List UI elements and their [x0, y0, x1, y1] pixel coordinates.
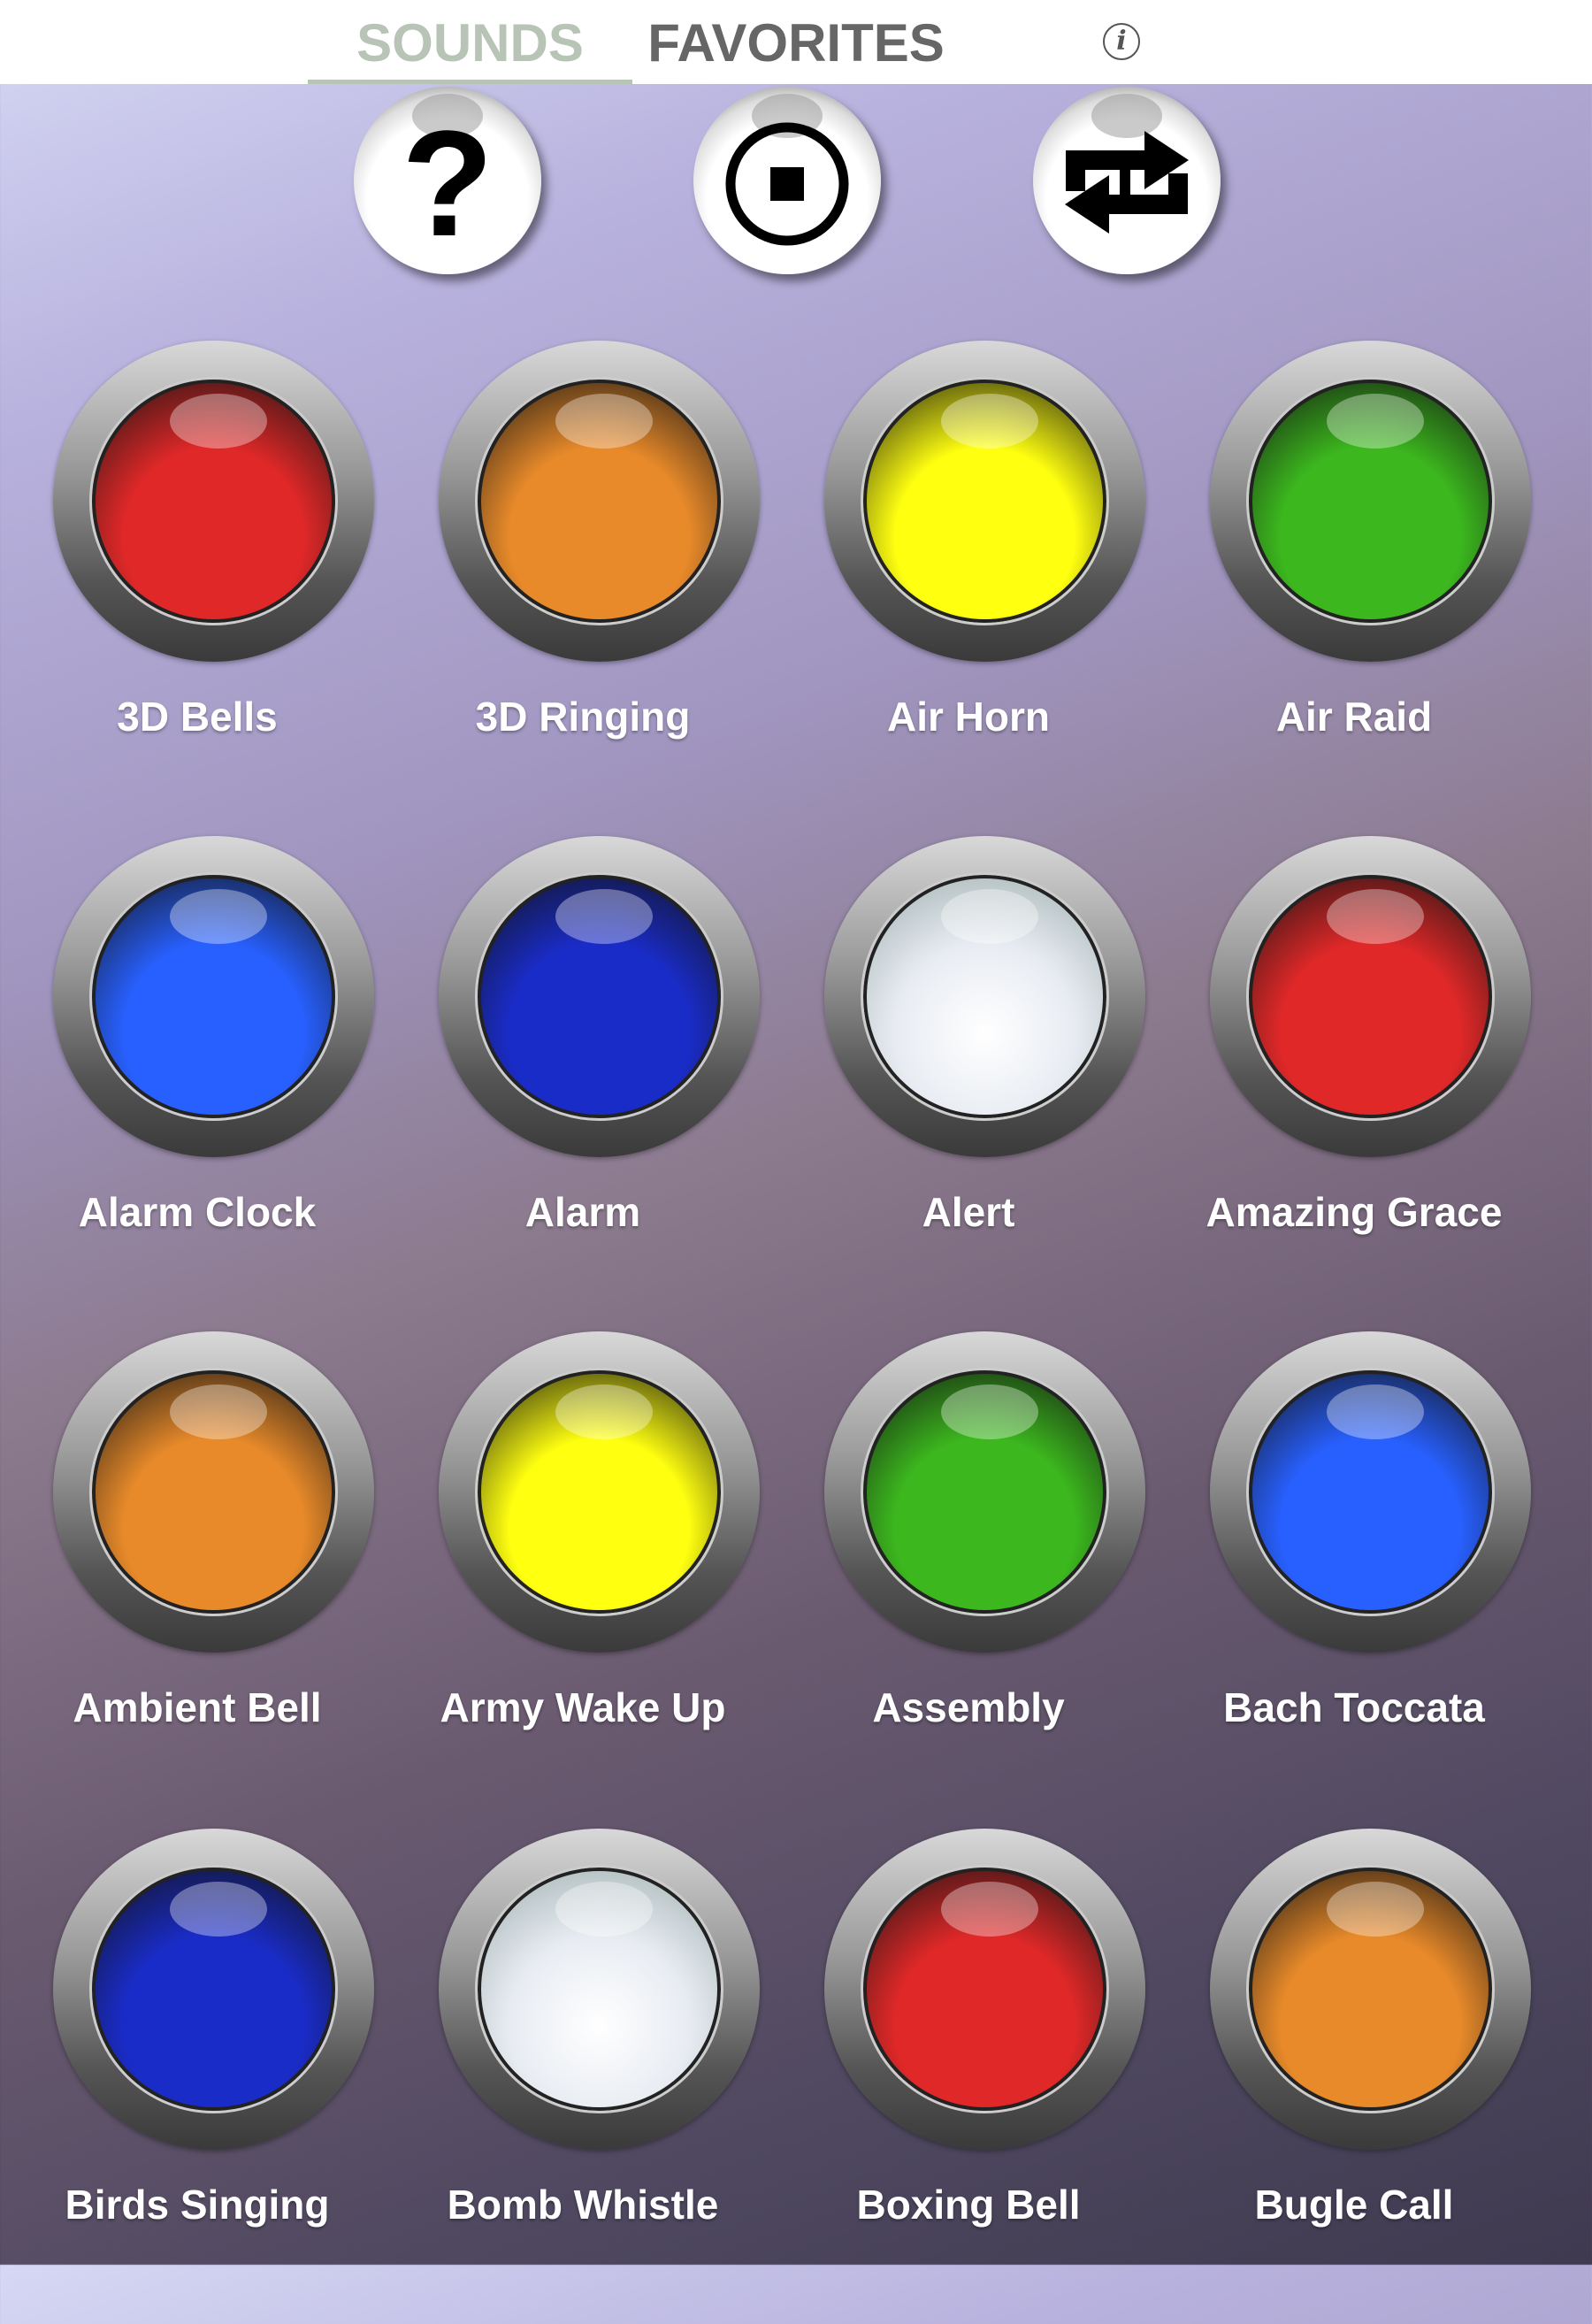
sound-button[interactable]: Air Horn [776, 341, 1161, 836]
sound-label: Army Wake Up [440, 1684, 726, 1730]
sound-orb-icon [1246, 872, 1495, 1121]
sound-button[interactable]: Air Raid [1161, 341, 1547, 836]
sound-button[interactable]: Birds Singing [4, 1829, 390, 2324]
sound-button[interactable]: Assembly [776, 1331, 1161, 1827]
sound-orb-icon [475, 872, 723, 1121]
sound-orb-icon [475, 377, 723, 625]
sound-button[interactable]: Boxing Bell [776, 1829, 1161, 2324]
sound-label: Birds Singing [65, 2182, 330, 2228]
sound-orb-icon [1246, 1368, 1495, 1616]
sound-label: Boxing Bell [856, 2182, 1081, 2228]
active-tab-indicator [308, 80, 632, 84]
sound-label: 3D Bells [117, 694, 278, 740]
sound-orb-icon [861, 1368, 1109, 1616]
gloss [941, 1882, 1038, 1937]
sound-orb-icon [89, 377, 338, 625]
repeat-icon [1065, 131, 1189, 234]
sound-orb-icon [1246, 377, 1495, 625]
sound-label: Alarm [524, 1189, 641, 1235]
sound-button-ring[interactable] [53, 1331, 374, 1653]
sound-button-ring[interactable] [824, 341, 1145, 662]
sound-label: Amazing Grace [1205, 1189, 1503, 1235]
gloss [555, 1384, 653, 1439]
sound-button-ring[interactable] [53, 1829, 374, 2150]
sound-label: 3D Ringing [475, 694, 691, 740]
sound-button[interactable]: Bugle Call [1161, 1829, 1547, 2324]
sound-orb-icon [861, 872, 1109, 1121]
sound-button-ring[interactable] [439, 341, 760, 662]
sound-button[interactable]: Bomb Whistle [390, 1829, 776, 2324]
sound-button-ring[interactable] [824, 1331, 1145, 1653]
sound-button-ring[interactable] [1210, 341, 1531, 662]
stop-icon [725, 122, 849, 246]
sound-label: Air Horn [887, 694, 1050, 740]
help-button[interactable]: ? [354, 87, 541, 274]
stop-button[interactable] [693, 87, 881, 274]
sound-label: Alarm Clock [78, 1189, 317, 1235]
sound-orb-icon [475, 1865, 723, 2113]
sound-button[interactable]: Alert [776, 836, 1161, 1331]
sound-button[interactable]: Army Wake Up [390, 1331, 776, 1827]
sound-orb-icon [861, 377, 1109, 625]
sound-orb-icon [89, 1368, 338, 1616]
sound-label: Alert [922, 1189, 1015, 1235]
sound-button-ring[interactable] [824, 1829, 1145, 2150]
tab-sounds[interactable]: SOUNDS [308, 12, 632, 73]
gloss [170, 1384, 267, 1439]
gloss [555, 1882, 653, 1937]
sound-button[interactable]: Alarm Clock [4, 836, 390, 1331]
sound-button-ring[interactable] [439, 1829, 760, 2150]
sound-orb-icon [861, 1865, 1109, 2113]
sound-button[interactable]: Amazing Grace [1161, 836, 1547, 1331]
sound-button-ring[interactable] [439, 1331, 760, 1653]
gloss [941, 394, 1038, 449]
sound-button-ring[interactable] [53, 341, 374, 662]
question-icon: ? [402, 100, 494, 268]
sound-label: Bomb Whistle [447, 2182, 719, 2228]
sound-button-ring[interactable] [1210, 1331, 1531, 1653]
sound-button-ring[interactable] [53, 836, 374, 1157]
sound-button-ring[interactable] [1210, 836, 1531, 1157]
sound-label: Assembly [872, 1684, 1065, 1730]
gloss [170, 1882, 267, 1937]
sound-button[interactable]: Alarm [390, 836, 776, 1331]
gloss [1327, 1384, 1424, 1439]
gloss [170, 394, 267, 449]
gloss [1327, 394, 1424, 449]
sound-label: Bach Toccata [1223, 1684, 1485, 1730]
gloss [555, 394, 653, 449]
sound-label: Ambient Bell [73, 1684, 322, 1730]
sound-orb-icon [1246, 1865, 1495, 2113]
sound-button-ring[interactable] [439, 836, 760, 1157]
sound-orb-icon [89, 1865, 338, 2113]
sound-button-ring[interactable] [1210, 1829, 1531, 2150]
gloss [1327, 1882, 1424, 1937]
gloss [170, 889, 267, 944]
sound-orb-icon [89, 872, 338, 1121]
gloss [1327, 889, 1424, 944]
gloss [941, 1384, 1038, 1439]
gloss [555, 889, 653, 944]
sound-button-ring[interactable] [824, 836, 1145, 1157]
sound-orb-icon [475, 1368, 723, 1616]
tab-bar: SOUNDS FAVORITES i [0, 0, 1592, 84]
sound-button[interactable]: Ambient Bell [4, 1331, 390, 1827]
sound-button[interactable]: Bach Toccata [1161, 1331, 1547, 1827]
info-icon[interactable]: i [1103, 23, 1140, 60]
sound-button[interactable]: 3D Bells [4, 341, 390, 836]
sound-label: Bugle Call [1254, 2182, 1454, 2228]
sound-label: Air Raid [1275, 694, 1433, 740]
repeat-button[interactable] [1033, 87, 1221, 274]
gloss [941, 889, 1038, 944]
sound-button[interactable]: 3D Ringing [390, 341, 776, 836]
tab-favorites[interactable]: FAVORITES [632, 12, 960, 73]
